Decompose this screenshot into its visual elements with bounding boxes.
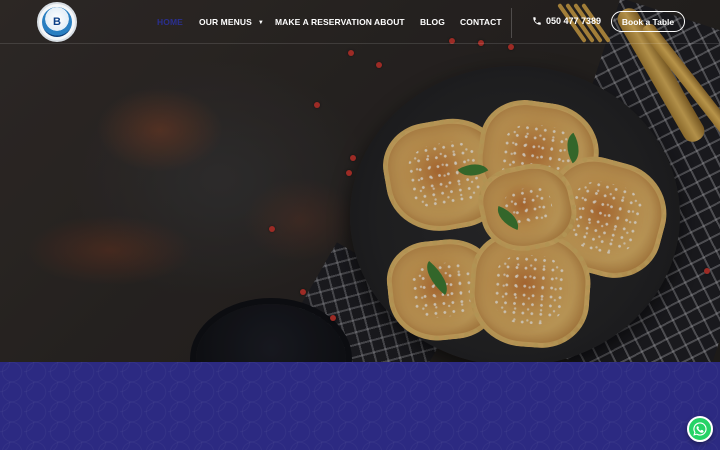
nav-divider: [511, 8, 512, 38]
chevron-down-icon: ▼: [257, 20, 264, 26]
hero-image: [0, 0, 720, 362]
nav-link-label: OUR MENUS: [199, 17, 252, 27]
navbar: B HOME OUR MENUS ▼ MAKE A RESERVATION ABO…: [0, 0, 720, 44]
phone-number: 050 477 7389: [546, 16, 602, 26]
whatsapp-button[interactable]: [687, 416, 713, 442]
nav-link-blog[interactable]: BLOG: [420, 17, 445, 27]
logo[interactable]: B: [37, 2, 77, 42]
phone-icon: [533, 17, 541, 25]
nav-link-contact[interactable]: CONTACT: [460, 17, 502, 27]
nav-link-our-menus[interactable]: OUR MENUS ▼: [199, 17, 264, 27]
hero-overlay: [0, 0, 720, 362]
logo-mark: B: [42, 7, 72, 37]
nav-link-home[interactable]: HOME: [157, 17, 183, 27]
book-a-table-button[interactable]: Book a Table: [611, 11, 685, 32]
phone-link[interactable]: 050 477 7389: [532, 16, 601, 26]
nav-link-make-a-reservation[interactable]: MAKE A RESERVATION: [275, 17, 372, 27]
whatsapp-icon: [693, 422, 707, 436]
nav-link-about[interactable]: ABOUT: [374, 17, 405, 27]
section-band: [0, 362, 720, 450]
